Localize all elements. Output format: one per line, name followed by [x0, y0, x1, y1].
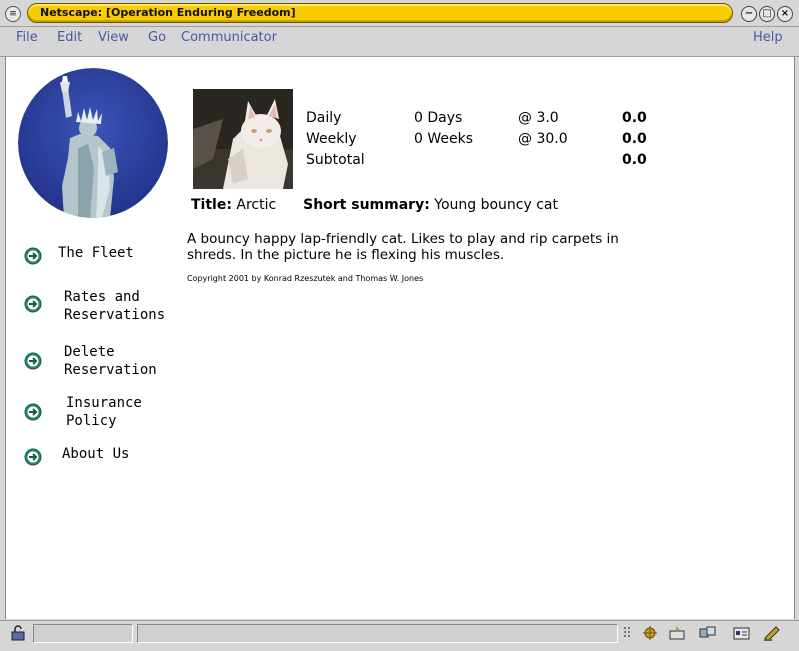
- rate-weekly-qty: 0 Weeks: [414, 131, 474, 147]
- window-title: Netscape: [Operation Enduring Freedom]: [40, 6, 296, 19]
- arrow-circle-icon: [24, 352, 42, 370]
- rate-daily-total: 0.0: [622, 110, 647, 126]
- rate-weekly-rate: @ 30.0: [518, 131, 568, 147]
- window-titlebar: ≡ Netscape: [Operation Enduring Freedom]…: [0, 0, 799, 27]
- navigator-icon[interactable]: [640, 625, 660, 641]
- arrow-circle-icon: [24, 295, 42, 313]
- menu-help[interactable]: Help: [753, 30, 783, 45]
- minimize-icon[interactable]: −: [741, 6, 757, 22]
- toolbar-collapsed: [0, 49, 799, 57]
- rate-daily-label: Daily: [306, 110, 342, 126]
- newsgroup-icon[interactable]: [698, 625, 718, 641]
- close-icon[interactable]: ×: [777, 6, 793, 22]
- arrow-circle-icon: [24, 403, 42, 421]
- summary-label: Short summary:: [303, 197, 430, 213]
- menu-file[interactable]: File: [16, 30, 38, 45]
- nav-delete-reservation[interactable]: Delete Reservation: [24, 343, 157, 379]
- title-label: Title:: [191, 197, 232, 213]
- arrow-circle-icon: [24, 448, 42, 466]
- menu-go[interactable]: Go: [148, 30, 166, 45]
- system-menu-icon[interactable]: ≡: [5, 6, 21, 22]
- item-title-line: Title: Arctic Short summary: Young bounc…: [191, 197, 558, 213]
- menu-communicator[interactable]: Communicator: [181, 30, 277, 45]
- rate-daily-rate: @ 3.0: [518, 110, 559, 126]
- rate-daily-qty: 0 Days: [414, 110, 463, 126]
- menu-edit[interactable]: Edit: [57, 30, 82, 45]
- copyright-text: Copyright 2001 by Konrad Rzeszutek and T…: [187, 274, 424, 283]
- grip-icon: [624, 627, 630, 637]
- menu-view[interactable]: View: [98, 30, 129, 45]
- address-book-icon[interactable]: [732, 625, 752, 641]
- lock-icon[interactable]: [10, 625, 28, 641]
- item-description: A bouncy happy lap-friendly cat. Likes t…: [187, 231, 619, 263]
- nav-label-about: About Us: [62, 446, 130, 462]
- mail-icon[interactable]: [668, 625, 688, 641]
- nav-label-insurance: Insurance Policy: [66, 395, 142, 429]
- title-bar-pill[interactable]: Netscape: [Operation Enduring Freedom]: [27, 3, 733, 23]
- page-content: The Fleet Rates and Reservations Delete …: [5, 57, 795, 619]
- nav-rates-reservations[interactable]: Rates and Reservations: [24, 288, 165, 324]
- nav-about-us[interactable]: About Us: [24, 445, 129, 466]
- maximize-icon[interactable]: □: [759, 6, 775, 22]
- statue-of-liberty-logo: [18, 68, 168, 218]
- status-message-field: [137, 624, 618, 643]
- menu-bar: File Edit View Go Communicator Help: [0, 27, 799, 49]
- title-value: Arctic: [236, 197, 277, 213]
- nav-the-fleet[interactable]: The Fleet: [24, 244, 134, 265]
- nav-label-delete: Delete Reservation: [64, 344, 157, 378]
- nav-insurance-policy[interactable]: Insurance Policy: [24, 394, 142, 430]
- rate-weekly-total: 0.0: [622, 131, 647, 147]
- status-progress-field: [33, 624, 133, 643]
- rate-subtotal-label: Subtotal: [306, 152, 365, 168]
- arrow-circle-icon: [24, 247, 42, 265]
- composer-icon[interactable]: [762, 625, 782, 641]
- status-bar: [0, 620, 799, 651]
- summary-value: Young bouncy cat: [434, 197, 559, 213]
- nav-label-rates: Rates and Reservations: [64, 289, 166, 323]
- nav-label-fleet: The Fleet: [58, 245, 134, 261]
- rate-subtotal-total: 0.0: [622, 152, 647, 168]
- cat-photo: [193, 89, 293, 189]
- rate-weekly-label: Weekly: [306, 131, 357, 147]
